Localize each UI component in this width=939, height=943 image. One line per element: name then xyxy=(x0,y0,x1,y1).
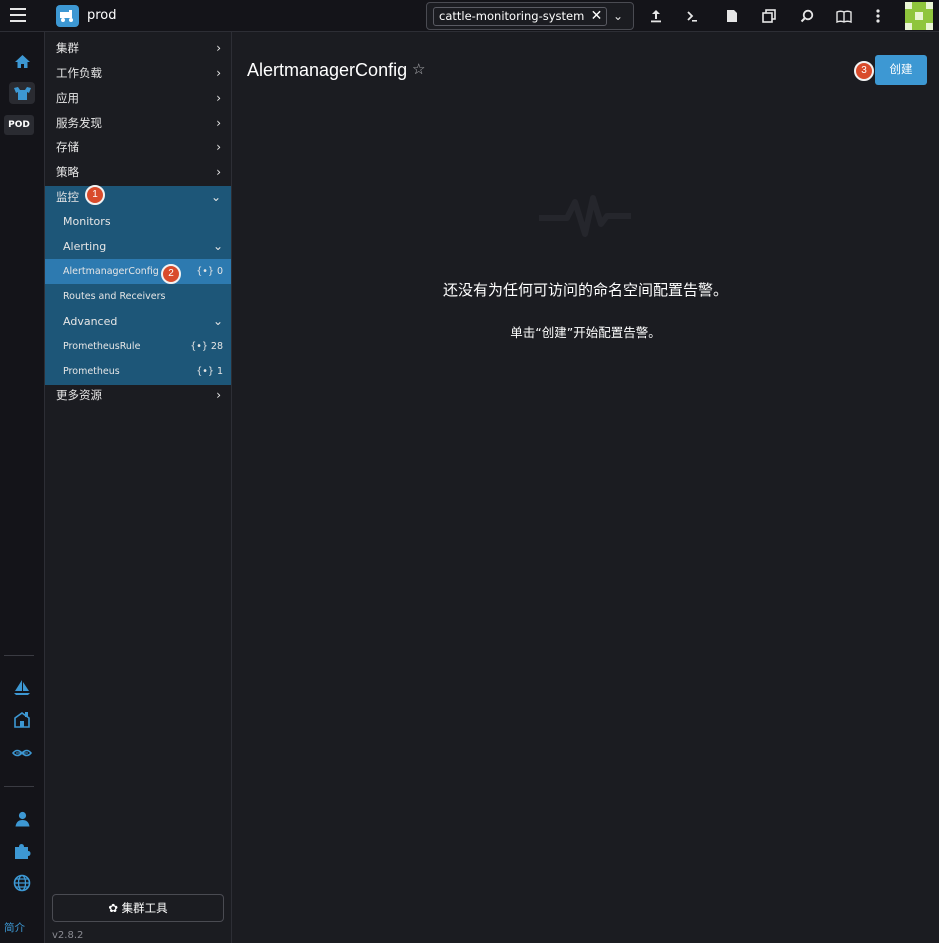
chevron-down-icon[interactable]: ⌄ xyxy=(613,9,623,23)
nav-item-service-discovery[interactable]: 服务发现 › xyxy=(45,111,231,136)
nav-item-label: 集群 xyxy=(56,41,79,55)
kubectl-shell-icon[interactable] xyxy=(683,7,701,25)
rail-divider xyxy=(4,786,34,787)
nav-item-label: 服务发现 xyxy=(56,116,102,130)
search-icon[interactable] xyxy=(798,7,816,25)
avatar[interactable] xyxy=(905,2,933,30)
fleet-icon[interactable] xyxy=(9,742,35,764)
about-link[interactable]: 简介 xyxy=(4,920,25,935)
page-title: AlertmanagerConfig xyxy=(247,60,408,80)
create-button[interactable]: 创建 xyxy=(875,55,927,85)
close-icon[interactable]: ✕ xyxy=(591,8,603,25)
barn-icon[interactable] xyxy=(9,708,35,730)
empty-state-subtitle: 单击“创建”开始配置告警。 xyxy=(510,325,661,340)
puzzle-icon[interactable] xyxy=(9,840,35,862)
sailboat-icon[interactable] xyxy=(9,676,35,698)
nav-sub-label: Advanced xyxy=(63,315,118,328)
nav-sub-label: PrometheusRule xyxy=(63,341,141,352)
nav-item-label: 监控 xyxy=(56,190,79,204)
chevron-right-icon: › xyxy=(216,91,221,105)
pod-label[interactable]: POD xyxy=(4,115,34,135)
chevron-down-icon: ⌄ xyxy=(212,314,223,328)
annotation-badge: 1 xyxy=(85,185,105,205)
cluster-explorer-icon[interactable] xyxy=(9,82,35,104)
nav-item-more-resources[interactable]: 更多资源 › xyxy=(45,383,231,408)
gear-icon: ✿ xyxy=(108,901,122,915)
cluster-tools-button[interactable]: ✿ 集群工具 xyxy=(52,894,224,922)
icon-rail: POD 简介 xyxy=(0,32,45,943)
rail-divider xyxy=(4,655,34,656)
nav-sub-label: Prometheus xyxy=(63,366,120,377)
nav-sub-advanced[interactable]: Advanced ⌄ xyxy=(45,309,231,334)
empty-state-title: 还没有为任何可访问的命名空间配置告警。 xyxy=(442,281,728,299)
nav-sub-monitors[interactable]: Monitors xyxy=(45,209,231,234)
nav-item-storage[interactable]: 存储 › xyxy=(45,135,231,160)
chevron-down-icon: ⌄ xyxy=(210,190,221,204)
chevron-right-icon: › xyxy=(216,140,221,154)
more-icon[interactable] xyxy=(869,7,887,25)
nav-sub-routes-receivers[interactable]: Routes and Receivers xyxy=(45,284,231,309)
nav-sub-alerting[interactable]: Alerting ⌄ xyxy=(45,234,231,259)
top-bar: prod cattle-monitoring-system ✕ ⌄ xyxy=(0,0,939,32)
chevron-right-icon: › xyxy=(216,41,221,55)
nav-sub-prometheus[interactable]: Prometheus {•} 1 xyxy=(45,359,231,384)
nav-sub-prometheusrule[interactable]: PrometheusRule {•} 28 xyxy=(45,334,231,359)
namespace-chip: cattle-monitoring-system ✕ xyxy=(433,7,608,26)
chevron-right-icon: › xyxy=(216,116,221,130)
chevron-down-icon: ⌄ xyxy=(212,239,223,253)
chevron-right-icon: › xyxy=(216,165,221,179)
home-icon[interactable] xyxy=(9,50,35,72)
nav-item-monitoring[interactable]: 监控 ⌄ xyxy=(45,185,231,210)
nav-item-label: 存储 xyxy=(56,140,79,154)
user-icon[interactable] xyxy=(9,808,35,830)
kubeconfig-download-icon[interactable] xyxy=(723,7,741,25)
nav-sub-label: Alerting xyxy=(63,240,107,253)
cluster-tools-label: 集群工具 xyxy=(121,901,168,915)
nav-item-label: 策略 xyxy=(56,165,79,179)
chevron-right-icon: › xyxy=(216,388,221,402)
nav-sub-label: AlertmanagerConfig xyxy=(63,266,159,277)
globe-icon[interactable] xyxy=(9,872,35,894)
nav-item-label: 工作负载 xyxy=(56,66,102,80)
nav-sub-alertmanagerconfig[interactable]: AlertmanagerConfig {•} 0 xyxy=(45,259,231,284)
monitoring-logo-icon xyxy=(539,195,631,237)
side-nav: 集群 › 工作负载 › 应用 › 服务发现 › 存储 › 策略 › 监控 ⌄ Monitors… xyxy=(45,32,232,943)
nav-item-policy[interactable]: 策略 › xyxy=(45,160,231,185)
nav-item-workloads[interactable]: 工作负载 › xyxy=(45,61,231,86)
nav-item-apps[interactable]: 应用 › xyxy=(45,86,231,111)
nav-item-label: 更多资源 xyxy=(56,388,102,402)
resource-count: {•} 28 xyxy=(190,341,223,352)
chevron-right-icon: › xyxy=(216,66,221,80)
copy-kubeconfig-icon[interactable] xyxy=(760,7,778,25)
namespace-filter[interactable]: cattle-monitoring-system ✕ ⌄ xyxy=(426,2,634,30)
resource-count: {•} 1 xyxy=(196,366,223,377)
cluster-icon xyxy=(56,5,79,27)
import-yaml-icon[interactable] xyxy=(647,7,665,25)
menu-icon[interactable] xyxy=(10,8,26,22)
cluster-name: prod xyxy=(87,8,117,23)
namespace-chip-label: cattle-monitoring-system xyxy=(439,9,585,23)
nav-item-cluster[interactable]: 集群 › xyxy=(45,36,231,61)
docs-icon[interactable] xyxy=(835,7,853,25)
version-label: v2.8.2 xyxy=(52,930,84,941)
annotation-badge: 2 xyxy=(161,264,181,284)
star-icon[interactable]: ☆ xyxy=(412,60,425,78)
nav-item-label: 应用 xyxy=(56,91,79,105)
annotation-badge: 3 xyxy=(854,61,874,81)
resource-count: {•} 0 xyxy=(196,266,223,277)
